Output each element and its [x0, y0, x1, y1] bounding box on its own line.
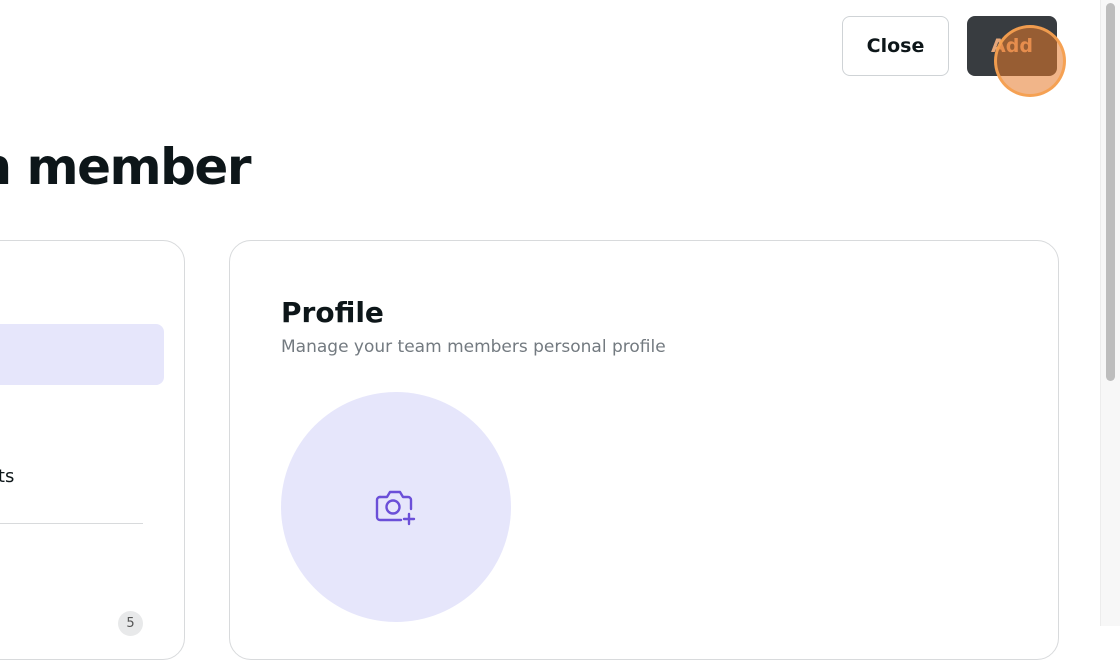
- page-title: m member: [0, 138, 251, 196]
- profile-subtitle: Manage your team members personal profil…: [281, 337, 666, 357]
- scrollbar-thumb[interactable]: [1106, 3, 1115, 381]
- count-badge: 5: [118, 611, 143, 636]
- avatar-upload[interactable]: [281, 392, 511, 622]
- sidebar-card: [0, 240, 185, 660]
- sidebar-item-label[interactable]: cts: [0, 466, 14, 487]
- camera-plus-icon: [375, 490, 416, 526]
- close-button[interactable]: Close: [842, 16, 949, 76]
- sidebar-item-active[interactable]: [0, 324, 164, 385]
- profile-heading: Profile: [281, 296, 384, 329]
- add-button[interactable]: Add: [967, 16, 1057, 76]
- sidebar-divider: [0, 523, 143, 524]
